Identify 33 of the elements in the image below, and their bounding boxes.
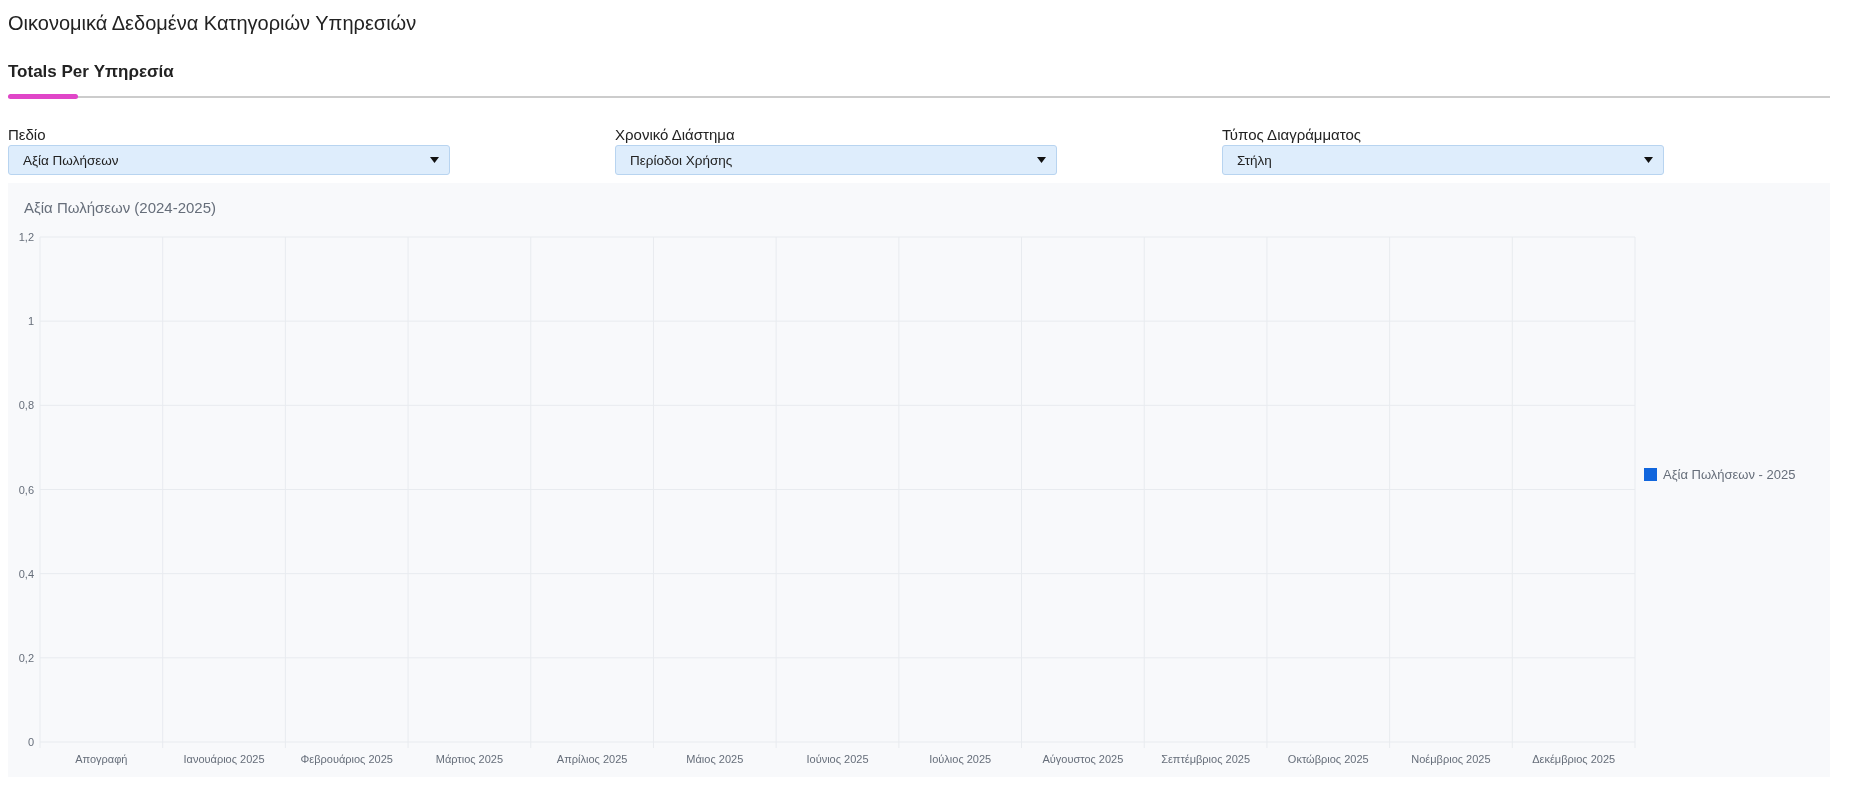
x-axis-label: Ιανουάριος 2025 (183, 753, 265, 765)
page-title: Οικονομικά Δεδομένα Κατηγοριών Υπηρεσιών (8, 12, 418, 35)
y-axis-label: 0 (27, 736, 34, 748)
dropdown[interactable]: Στήλη (1222, 145, 1664, 175)
dropdown[interactable]: Αξία Πωλήσεων (8, 145, 450, 175)
caret-icon (430, 157, 439, 163)
x-axis-label: Νοέμβριος 2025 (1411, 753, 1491, 765)
x-axis-label: Δεκέμβριος 2025 (1532, 753, 1616, 765)
y-axis-label: 0,8 (18, 399, 34, 412)
caret-icon (1037, 157, 1046, 163)
field-label: Πεδίο (8, 126, 46, 143)
x-axis-label: Οκτώβριος 2025 (1287, 753, 1369, 765)
x-axis-label: Φεβρουάριος 2025 (300, 753, 393, 765)
field-label: Χρονικό Διάστημα (615, 126, 735, 143)
x-axis-label: Απρίλιος 2025 (556, 753, 628, 765)
x-axis-label: Ιούλιος 2025 (929, 753, 992, 765)
x-axis-label: Απογραφή (75, 753, 128, 765)
caret-icon (1644, 157, 1653, 163)
legend-label: Αξία Πωλήσεων - 2025 (1663, 467, 1796, 482)
x-axis-label: Μάρτιος 2025 (435, 753, 504, 765)
chart-title: Αξία Πωλήσεων (2024-2025) (24, 199, 217, 216)
y-axis-label: 1,2 (18, 231, 34, 243)
x-axis-label: Αύγουστος 2025 (1042, 753, 1124, 765)
y-axis-label: 0,4 (18, 567, 34, 580)
dropdown[interactable]: Περίοδοι Χρήσης (615, 145, 1057, 175)
x-axis-label: Ιούνιος 2025 (806, 753, 869, 765)
x-axis-label: Σεπτέμβριος 2025 (1161, 753, 1250, 765)
y-axis-label: 1 (27, 315, 34, 328)
field-label: Τύπος Διαγράμματος (1222, 126, 1362, 143)
tab[interactable]: Totals Per Υπηρεσία (8, 62, 174, 96)
x-axis-label: Μάιος 2025 (686, 753, 744, 765)
y-axis-label: 0,6 (18, 483, 34, 496)
y-axis-label: 0,2 (18, 651, 34, 664)
